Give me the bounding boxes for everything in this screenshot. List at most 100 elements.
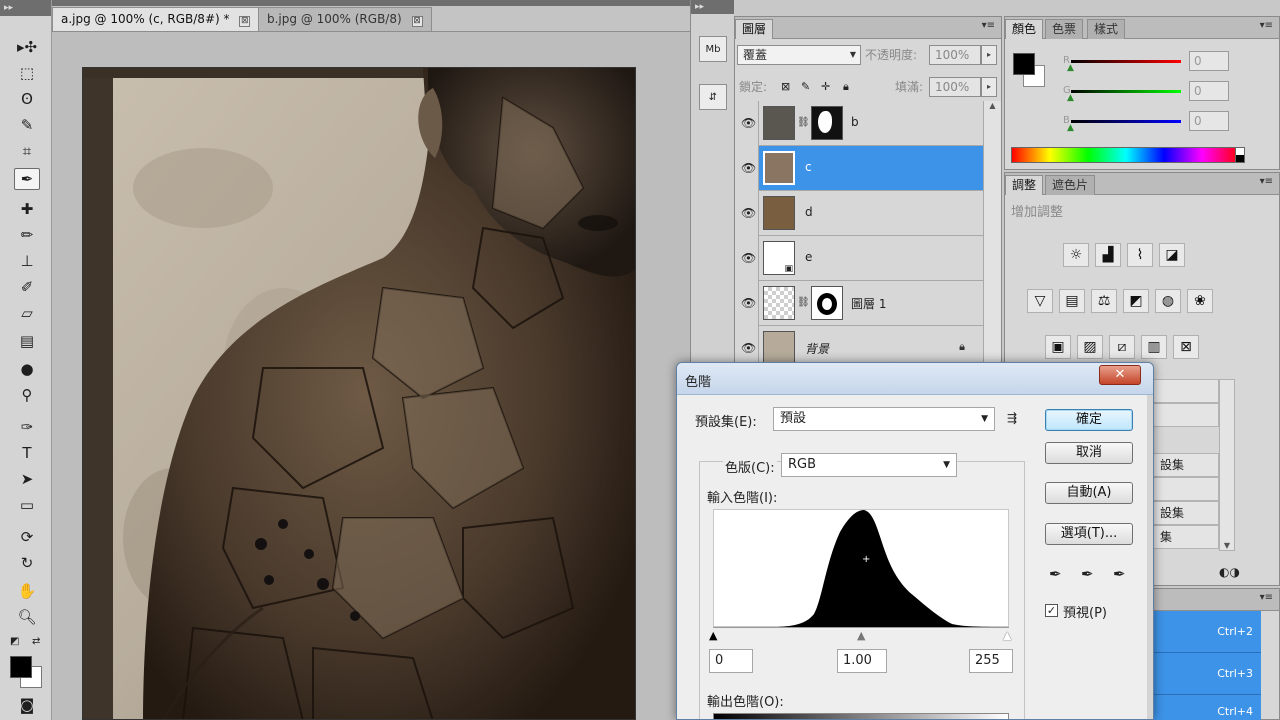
layer-row-b[interactable]: 👁︎ ⛓ b [735,101,983,146]
layer-row-layer-1[interactable]: 👁︎ ⛓ 圖層 1 [735,281,983,326]
close-icon[interactable]: ⊠ [239,16,251,27]
visibility-cell[interactable]: 👁︎ [735,236,759,281]
action-row[interactable]: Ctrl+4 [1151,695,1261,720]
red-value-input[interactable]: 0 [1189,51,1229,71]
green-value-input[interactable]: 0 [1189,81,1229,101]
move-tool-icon[interactable]: ▸✣ [14,36,40,58]
threshold-icon[interactable]: ⧄ [1109,335,1135,359]
invert-icon[interactable]: ▣ [1045,335,1071,359]
green-slider-thumb[interactable]: ▲ [1067,93,1074,103]
visibility-cell[interactable]: 👁︎ [735,326,759,366]
document-image[interactable] [82,67,636,720]
cancel-button[interactable]: 取消 [1045,442,1133,464]
foreground-color-swatch[interactable] [10,656,32,678]
levels-icon[interactable]: ▟ [1095,243,1121,267]
eye-icon[interactable]: 👁︎ [741,161,756,175]
red-slider-track[interactable] [1071,60,1181,63]
panel-menu-icon[interactable]: ▾≡ [1260,176,1273,187]
red-slider-thumb[interactable]: ▲ [1067,63,1074,73]
tab-styles[interactable]: 樣式 [1087,19,1126,39]
close-button[interactable]: ✕ [1099,365,1141,385]
scroll-down-icon[interactable]: ▼ [1220,541,1234,550]
shape-tool-icon[interactable]: ▭ [14,494,40,516]
eye-icon[interactable]: 👁︎ [741,296,756,310]
green-slider-track[interactable] [1071,90,1181,93]
action-row[interactable]: Ctrl+2 [1151,611,1261,653]
preset-row[interactable] [1145,403,1219,427]
layer-row-e[interactable]: 👁︎ ▣ e [735,236,983,281]
vibrance-icon[interactable]: ▽ [1027,289,1053,313]
layer-row-c[interactable]: 👁︎ c [735,146,983,191]
channel-select[interactable]: RGB ▼ [781,453,957,477]
history-icon[interactable]: ⇵ [699,84,727,110]
color-foreground-swatch[interactable] [1013,53,1035,75]
preset-row[interactable]: 集 [1145,525,1219,549]
hand-tool-icon[interactable]: ✋ [14,580,40,602]
zoom-tool-icon[interactable]: 🔍︎ [14,606,40,628]
brush-tool-icon[interactable]: ✏ [14,224,40,246]
layer-mask-thumbnail[interactable] [811,106,843,140]
tab-adjustments[interactable]: 調整 [1005,175,1044,195]
quick-select-tool-icon[interactable]: ✎ [14,114,40,136]
eyedropper-tool-icon[interactable]: ✒ [14,168,40,190]
black-white-ramp[interactable] [1235,147,1245,163]
blue-slider-thumb[interactable]: ▲ [1067,123,1074,133]
adjustment-options-icon[interactable]: ◐◑ [1219,565,1240,579]
preset-options-icon[interactable]: ⇶ [1007,411,1017,425]
path-select-tool-icon[interactable]: ➤ [14,468,40,490]
opacity-input[interactable]: 100% [929,45,981,65]
panel-menu-icon[interactable]: ▾≡ [1260,592,1273,603]
blue-slider-track[interactable] [1071,120,1181,123]
scroll-up-icon[interactable]: ▲ [984,101,1001,110]
input-black-value[interactable]: 0 [709,649,753,673]
swap-colors-icon[interactable]: ⇄ [32,636,40,647]
eye-icon[interactable]: 👁︎ [741,206,756,220]
dialog-titlebar[interactable]: 色階 ✕ [677,363,1153,395]
visibility-cell[interactable]: 👁︎ [735,101,759,146]
options-button[interactable]: 選項(T)... [1045,523,1133,545]
mini-bridge-icon[interactable]: Mb [699,36,727,62]
white-eyedropper-icon[interactable]: ✒ [1113,565,1126,583]
brightness-contrast-icon[interactable]: ☼ [1063,243,1089,267]
fill-slider-button[interactable]: ▸ [981,77,997,97]
canvas-area[interactable] [52,32,690,720]
healing-brush-tool-icon[interactable]: ✚ [14,198,40,220]
input-white-value[interactable]: 255 [969,649,1013,673]
pen-tool-icon[interactable]: ✑ [14,416,40,438]
gradient-tool-icon[interactable]: ▤ [14,330,40,352]
close-icon[interactable]: ⊠ [411,16,423,27]
tab-b-jpg[interactable]: b.jpg @ 100% (RGB/8) ⊠ [258,7,432,31]
lock-pixels-icon[interactable]: ✎ [801,77,810,97]
white-point-slider[interactable]: ▲ [1003,629,1011,642]
exposure-icon[interactable]: ◪ [1159,243,1185,267]
panel-menu-icon[interactable]: ▾≡ [982,20,995,31]
tab-a-jpg[interactable]: a.jpg @ 100% (c, RGB/8#) * ⊠ [52,7,260,31]
ok-button[interactable]: 確定 [1045,409,1133,431]
posterize-icon[interactable]: ▨ [1077,335,1103,359]
layers-scrollbar[interactable]: ▲ [983,101,1001,367]
type-tool-icon[interactable]: T [14,442,40,464]
photo-filter-icon[interactable]: ◍ [1155,289,1181,313]
lock-all-icon[interactable]: 🔒︎ [843,77,849,97]
eraser-tool-icon[interactable]: ▱ [14,302,40,324]
color-balance-icon[interactable]: ⚖ [1091,289,1117,313]
output-gradient[interactable] [713,713,1009,719]
panel-menu-icon[interactable]: ▾≡ [1260,20,1273,31]
preset-select[interactable]: 預設 ▼ [773,407,995,431]
blur-tool-icon[interactable]: ● [14,358,40,380]
dodge-tool-icon[interactable]: ⚲ [14,384,40,406]
visibility-cell[interactable]: 👁︎ [735,281,759,326]
opacity-slider-button[interactable]: ▸ [981,45,997,65]
black-eyedropper-icon[interactable]: ✒ [1049,565,1062,583]
preset-row[interactable] [1145,477,1219,501]
default-colors-icon[interactable]: ◩ [10,636,19,647]
curves-icon[interactable]: ⌇ [1127,243,1153,267]
tab-layers[interactable]: 圖層 [735,19,774,39]
blue-value-input[interactable]: 0 [1189,111,1229,131]
black-white-icon[interactable]: ◩ [1123,289,1149,313]
black-point-slider[interactable]: ▲ [709,629,717,642]
visibility-cell[interactable]: 👁︎ [735,191,759,236]
layer-row-d[interactable]: 👁︎ d [735,191,983,236]
eye-icon[interactable]: 👁︎ [741,251,756,265]
preset-row[interactable]: 設集 [1145,453,1219,477]
